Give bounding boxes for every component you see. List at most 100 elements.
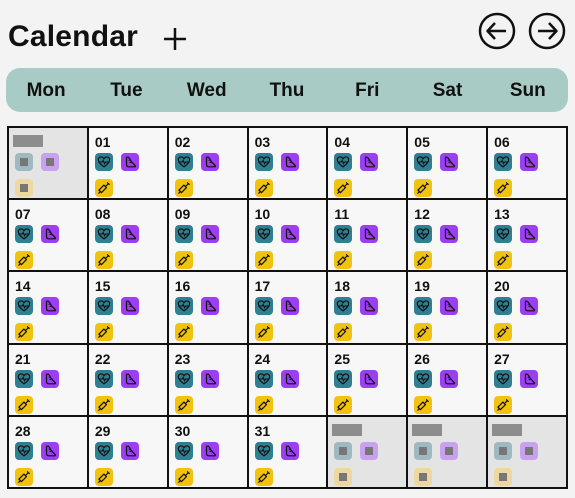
- shoe-icon[interactable]: [200, 297, 219, 316]
- heart-pulse-icon[interactable]: [334, 369, 353, 388]
- calendar-cell-empty[interactable]: [9, 128, 89, 201]
- shoe-icon[interactable]: [120, 369, 139, 388]
- shoe-icon[interactable]: [120, 153, 139, 171]
- calendar-day-23[interactable]: 23: [168, 344, 249, 417]
- calendar-cell-empty[interactable]: [488, 416, 568, 489]
- heart-pulse-icon[interactable]: [414, 441, 433, 460]
- calendar-day-19[interactable]: 19: [408, 272, 489, 345]
- shoe-icon[interactable]: [360, 441, 379, 460]
- syringe-icon[interactable]: [254, 179, 273, 197]
- syringe-icon[interactable]: [174, 395, 193, 414]
- shoe-icon[interactable]: [120, 297, 139, 316]
- calendar-day-25[interactable]: 25: [328, 344, 409, 417]
- syringe-icon[interactable]: [494, 395, 513, 414]
- heart-pulse-icon[interactable]: [94, 441, 113, 460]
- syringe-icon[interactable]: [414, 323, 433, 342]
- heart-pulse-icon[interactable]: [334, 441, 353, 460]
- heart-pulse-icon[interactable]: [15, 153, 33, 171]
- syringe-icon[interactable]: [494, 251, 513, 270]
- heart-pulse-icon[interactable]: [334, 297, 353, 316]
- shoe-icon[interactable]: [520, 369, 539, 388]
- heart-pulse-icon[interactable]: [174, 153, 193, 171]
- calendar-day-26[interactable]: 26: [408, 344, 489, 417]
- shoe-icon[interactable]: [360, 225, 379, 244]
- shoe-icon[interactable]: [520, 441, 539, 460]
- shoe-icon[interactable]: [280, 369, 299, 388]
- syringe-icon[interactable]: [254, 323, 273, 342]
- heart-pulse-icon[interactable]: [334, 225, 353, 244]
- shoe-icon[interactable]: [360, 153, 379, 171]
- syringe-icon[interactable]: [94, 251, 113, 270]
- heart-pulse-icon[interactable]: [174, 297, 193, 316]
- heart-pulse-icon[interactable]: [494, 225, 513, 244]
- syringe-icon[interactable]: [254, 251, 273, 270]
- next-month-button[interactable]: [528, 12, 566, 50]
- heart-pulse-icon[interactable]: [254, 153, 273, 171]
- heart-pulse-icon[interactable]: [15, 441, 33, 460]
- shoe-icon[interactable]: [200, 369, 219, 388]
- syringe-icon[interactable]: [174, 251, 193, 270]
- syringe-icon[interactable]: [94, 323, 113, 342]
- shoe-icon[interactable]: [280, 153, 299, 171]
- heart-pulse-icon[interactable]: [494, 369, 513, 388]
- shoe-icon[interactable]: [200, 441, 219, 460]
- calendar-day-02[interactable]: 02: [168, 128, 249, 201]
- calendar-cell-empty[interactable]: [328, 416, 409, 489]
- shoe-icon[interactable]: [280, 225, 299, 244]
- calendar-day-17[interactable]: 17: [248, 272, 329, 345]
- calendar-day-01[interactable]: 01: [88, 128, 169, 201]
- add-button[interactable]: [160, 24, 190, 54]
- shoe-icon[interactable]: [200, 153, 219, 171]
- calendar-day-03[interactable]: 03: [248, 128, 329, 201]
- syringe-icon[interactable]: [494, 179, 513, 197]
- shoe-icon[interactable]: [440, 369, 459, 388]
- syringe-icon[interactable]: [94, 395, 113, 414]
- syringe-icon[interactable]: [254, 395, 273, 414]
- calendar-day-21[interactable]: 21: [9, 344, 89, 417]
- heart-pulse-icon[interactable]: [15, 369, 33, 388]
- shoe-icon[interactable]: [41, 225, 59, 244]
- heart-pulse-icon[interactable]: [254, 225, 273, 244]
- shoe-icon[interactable]: [280, 297, 299, 316]
- shoe-icon[interactable]: [440, 297, 459, 316]
- shoe-icon[interactable]: [200, 225, 219, 244]
- syringe-icon[interactable]: [334, 467, 353, 486]
- calendar-day-14[interactable]: 14: [9, 272, 89, 345]
- heart-pulse-icon[interactable]: [414, 225, 433, 244]
- heart-pulse-icon[interactable]: [174, 225, 193, 244]
- calendar-day-06[interactable]: 06: [488, 128, 568, 201]
- heart-pulse-icon[interactable]: [94, 297, 113, 316]
- heart-pulse-icon[interactable]: [414, 369, 433, 388]
- shoe-icon[interactable]: [520, 225, 539, 244]
- syringe-icon[interactable]: [494, 323, 513, 342]
- heart-pulse-icon[interactable]: [494, 441, 513, 460]
- calendar-day-12[interactable]: 12: [408, 200, 489, 273]
- heart-pulse-icon[interactable]: [94, 225, 113, 244]
- syringe-icon[interactable]: [15, 179, 33, 197]
- shoe-icon[interactable]: [120, 441, 139, 460]
- shoe-icon[interactable]: [360, 297, 379, 316]
- calendar-day-09[interactable]: 09: [168, 200, 249, 273]
- heart-pulse-icon[interactable]: [254, 441, 273, 460]
- calendar-day-18[interactable]: 18: [328, 272, 409, 345]
- heart-pulse-icon[interactable]: [334, 153, 353, 171]
- shoe-icon[interactable]: [520, 297, 539, 316]
- syringe-icon[interactable]: [414, 179, 433, 197]
- calendar-day-22[interactable]: 22: [88, 344, 169, 417]
- calendar-day-29[interactable]: 29: [88, 416, 169, 489]
- shoe-icon[interactable]: [440, 441, 459, 460]
- syringe-icon[interactable]: [494, 467, 513, 486]
- syringe-icon[interactable]: [254, 467, 273, 486]
- calendar-day-10[interactable]: 10: [248, 200, 329, 273]
- syringe-icon[interactable]: [414, 395, 433, 414]
- calendar-day-31[interactable]: 31: [248, 416, 329, 489]
- syringe-icon[interactable]: [414, 251, 433, 270]
- heart-pulse-icon[interactable]: [15, 225, 33, 244]
- calendar-day-30[interactable]: 30: [168, 416, 249, 489]
- syringe-icon[interactable]: [15, 395, 33, 414]
- heart-pulse-icon[interactable]: [494, 153, 513, 171]
- calendar-day-05[interactable]: 05: [408, 128, 489, 201]
- shoe-icon[interactable]: [440, 225, 459, 244]
- shoe-icon[interactable]: [120, 225, 139, 244]
- syringe-icon[interactable]: [15, 251, 33, 270]
